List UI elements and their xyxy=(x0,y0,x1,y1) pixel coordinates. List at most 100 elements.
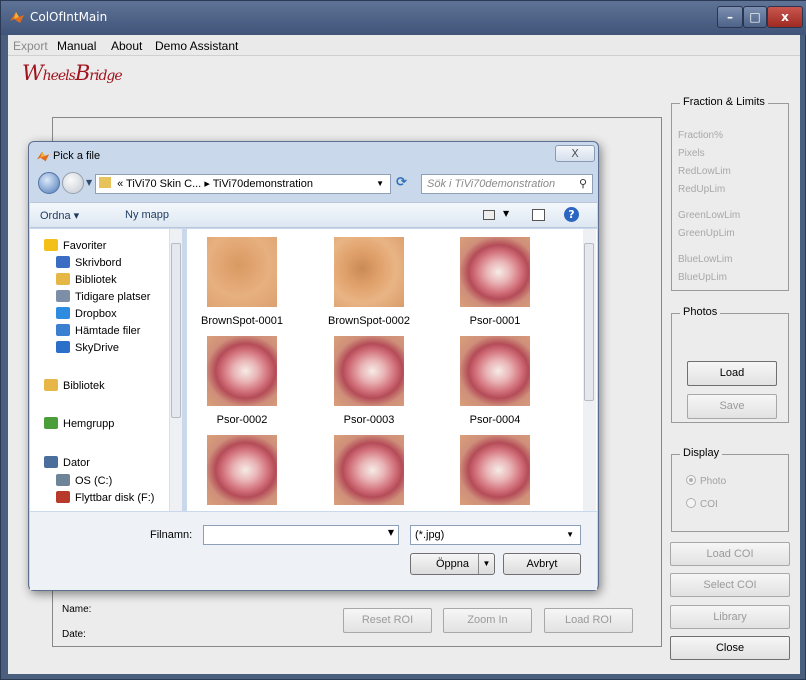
pick-file-dialog: Pick a file X ▼ « TiVi70 Skin C... ▸ TiV… xyxy=(28,141,599,591)
blue-up-lim-label: BlueUpLim xyxy=(678,272,727,283)
menu-about[interactable]: About xyxy=(111,39,142,53)
back-arrow-icon[interactable] xyxy=(38,172,60,194)
radio-empty-icon xyxy=(686,498,696,508)
dialog-nav-row: ▼ « TiVi70 Skin C... ▸ TiVi70demonstrati… xyxy=(33,170,596,200)
save-button[interactable]: Save xyxy=(687,394,777,419)
scrollbar-thumb[interactable] xyxy=(171,243,181,418)
title-bar[interactable]: ColOfIntMain – □ x xyxy=(1,1,806,35)
nav-item-bibliotek[interactable]: Bibliotek xyxy=(56,273,117,286)
file-name-label[interactable]: BrownSpot-0002 xyxy=(314,315,424,327)
search-icon[interactable]: ⚲ xyxy=(579,175,587,193)
nav-item-bibliotek[interactable]: Bibliotek xyxy=(44,379,105,392)
address-bar[interactable]: « TiVi70 Skin C... ▸ TiVi70demonstration… xyxy=(95,174,391,194)
load-roi-button[interactable]: Load ROI xyxy=(544,608,633,633)
maximize-button[interactable]: □ xyxy=(743,6,767,28)
green-low-lim-label: GreenLowLim xyxy=(678,210,741,221)
file-name-label[interactable]: Psor-0004 xyxy=(440,414,550,426)
dialog-toolbar: Ordna ▾ Ny mapp ▼ ? xyxy=(30,202,597,228)
library-icon xyxy=(44,379,58,391)
display-title: Display xyxy=(680,447,723,459)
photo-radio[interactable]: Photo xyxy=(686,475,726,487)
fraction-limits-group: Fraction & Limits Fraction% Pixels RedLo… xyxy=(671,96,789,291)
view-options-icon[interactable] xyxy=(483,210,495,220)
scrollbar-thumb[interactable] xyxy=(584,243,594,401)
nav-item-favoriter[interactable]: Favoriter xyxy=(44,239,106,252)
file-name-label[interactable]: Psor-0003 xyxy=(314,414,424,426)
new-folder-button[interactable]: Ny mapp xyxy=(125,209,169,221)
select-coi-button[interactable]: Select COI xyxy=(670,573,790,597)
nav-item-tidigare-platser[interactable]: Tidigare platser xyxy=(56,290,150,303)
file-list-pane: BrownSpot-0001 BrownSpot-0002 Psor-0001 Pso… xyxy=(187,229,597,511)
menu-manual[interactable]: Manual xyxy=(57,39,96,53)
file-type-filter[interactable]: (*.jpg) ▼ xyxy=(410,525,581,545)
close-button[interactable]: Close xyxy=(670,636,790,660)
nav-pane-scrollbar[interactable] xyxy=(169,229,182,511)
refresh-icon[interactable]: ⟳ xyxy=(396,175,407,190)
organize-button[interactable]: Ordna ▾ xyxy=(40,209,79,222)
name-label: Name: xyxy=(62,604,92,615)
preview-pane-icon[interactable] xyxy=(532,209,545,221)
nav-item-hämtade-filer[interactable]: Hämtade filer xyxy=(56,324,140,337)
nav-item-flyttbar-disk-f[interactable]: Flyttbar disk (F:) xyxy=(56,491,154,504)
filter-dropdown-icon[interactable]: ▼ xyxy=(566,526,574,544)
menu-export[interactable]: Export xyxy=(13,39,48,53)
file-pane-scrollbar[interactable] xyxy=(583,229,596,511)
photos-group: Photos Load Save xyxy=(671,306,789,423)
red-low-lim-label: RedLowLim xyxy=(678,166,731,177)
view-dropdown-icon[interactable]: ▼ xyxy=(503,209,509,218)
drive-icon xyxy=(56,474,70,486)
nav-item-hemgrupp[interactable]: Hemgrupp xyxy=(44,417,114,430)
folder-icon xyxy=(99,177,111,188)
zoom-in-button[interactable]: Zoom In xyxy=(443,608,532,633)
nav-item-dropbox[interactable]: Dropbox xyxy=(56,307,117,320)
file-thumbnail[interactable] xyxy=(334,237,404,307)
date-label: Date: xyxy=(62,629,86,640)
homegroup-icon xyxy=(44,417,58,429)
cancel-button[interactable]: Avbryt xyxy=(503,553,581,575)
file-thumbnail[interactable] xyxy=(460,435,530,505)
navigation-pane: Favoriter Skrivbord Bibliotek Tidigare plat… xyxy=(30,229,182,511)
file-thumbnail[interactable] xyxy=(207,435,277,505)
file-name-label[interactable]: Psor-0001 xyxy=(440,315,550,327)
menu-bar: Export Manual About Demo Assistant xyxy=(8,35,800,56)
file-thumbnail[interactable] xyxy=(334,336,404,406)
coi-radio[interactable]: COI xyxy=(686,498,718,510)
help-icon[interactable]: ? xyxy=(564,207,579,222)
open-dropdown-icon[interactable]: ▼ xyxy=(478,554,494,574)
filename-input[interactable]: ▼ xyxy=(203,525,399,545)
menu-demo-assistant[interactable]: Demo Assistant xyxy=(155,39,238,53)
history-dropdown-icon[interactable]: ▼ xyxy=(86,178,92,187)
file-name-label[interactable]: BrownSpot-0001 xyxy=(187,315,297,327)
file-thumbnail[interactable] xyxy=(207,237,277,307)
nav-item-os-c[interactable]: OS (C:) xyxy=(56,474,112,487)
library-button[interactable]: Library xyxy=(670,605,790,629)
file-thumbnail[interactable] xyxy=(460,336,530,406)
load-button[interactable]: Load xyxy=(687,361,777,386)
forward-arrow-icon[interactable] xyxy=(62,172,84,194)
nav-item-skydrive[interactable]: SkyDrive xyxy=(56,341,119,354)
blue-low-lim-label: BlueLowLim xyxy=(678,254,733,265)
minimize-button[interactable]: – xyxy=(717,6,743,28)
nav-item-skrivbord[interactable]: Skrivbord xyxy=(56,256,121,269)
close-window-button[interactable]: x xyxy=(767,6,803,28)
nav-item-dator[interactable]: Dator xyxy=(44,456,90,469)
load-coi-button[interactable]: Load COI xyxy=(670,542,790,566)
file-thumbnail[interactable] xyxy=(207,336,277,406)
breadcrumb-current[interactable]: TiVi70demonstration xyxy=(213,178,313,190)
breadcrumb-parent[interactable]: TiVi70 Skin C... xyxy=(126,178,201,190)
search-input[interactable]: Sök i TiVi70demonstration ⚲ xyxy=(421,174,593,194)
wheelsbridge-logo: WheelsBridge xyxy=(22,61,123,85)
dialog-close-button[interactable]: X xyxy=(555,145,595,162)
address-dropdown-icon[interactable]: ▼ xyxy=(376,175,384,193)
open-button[interactable]: Öppna ▼ xyxy=(410,553,495,575)
filename-dropdown-icon[interactable]: ▼ xyxy=(388,528,394,537)
fraction-limits-title: Fraction & Limits xyxy=(680,96,768,108)
star-icon xyxy=(44,239,58,251)
matlab-icon xyxy=(36,151,50,162)
dropbox-icon xyxy=(56,307,70,319)
file-thumbnail[interactable] xyxy=(334,435,404,505)
skydrive-icon xyxy=(56,341,70,353)
file-name-label[interactable]: Psor-0002 xyxy=(187,414,297,426)
file-thumbnail[interactable] xyxy=(460,237,530,307)
reset-roi-button[interactable]: Reset ROI xyxy=(343,608,432,633)
